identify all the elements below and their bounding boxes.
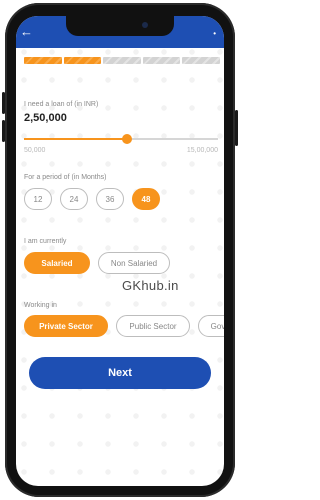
employment-option-non-salaried[interactable]: Non Salaried — [98, 252, 170, 274]
header-edge-icon: • — [213, 29, 216, 38]
watermark-text: GKhub.in — [122, 278, 179, 293]
sector-option-government[interactable]: Gov — [198, 315, 224, 337]
progress-segment — [142, 57, 181, 64]
sector-options: Private Sector Public Sector Gov — [24, 315, 224, 337]
employment-option-salaried[interactable]: Salaried — [24, 252, 90, 274]
power-button — [235, 110, 238, 146]
background-pattern — [16, 16, 224, 486]
period-option-12[interactable]: 12 — [24, 188, 52, 210]
period-option-36[interactable]: 36 — [96, 188, 124, 210]
period-options: 12 24 36 48 — [24, 188, 160, 210]
period-label: For a period of (in Months) — [24, 174, 107, 181]
loan-amount-label: I need a loan of (in INR) — [24, 101, 99, 108]
next-button[interactable]: Next — [29, 357, 211, 389]
progress-segment — [103, 57, 141, 64]
employment-label: I am currently — [24, 238, 67, 245]
loan-amount-value: 2,50,000 — [24, 112, 67, 124]
sector-label: Working in — [24, 302, 57, 309]
progress-segment — [63, 57, 102, 64]
phone-mockup: ← • I need a loan of (in INR) 2,50,000 5… — [2, 0, 238, 500]
employment-options: Salaried Non Salaried — [24, 252, 170, 274]
step-progress-bar — [24, 57, 220, 64]
slider-min-value: 50,000 — [24, 147, 46, 154]
loan-amount-slider[interactable] — [24, 134, 218, 144]
period-option-48[interactable]: 48 — [132, 188, 160, 210]
progress-segment — [24, 57, 62, 64]
phone-notch — [66, 16, 174, 36]
camera-icon — [142, 22, 148, 28]
period-option-24[interactable]: 24 — [60, 188, 88, 210]
app-screen: ← • I need a loan of (in INR) 2,50,000 5… — [16, 16, 224, 486]
slider-max-value: 15,00,000 — [186, 147, 218, 154]
sector-option-private[interactable]: Private Sector — [24, 315, 108, 337]
slider-handle[interactable] — [121, 134, 132, 144]
progress-segment — [182, 57, 220, 64]
slider-fill — [24, 138, 127, 140]
sector-option-public[interactable]: Public Sector — [116, 315, 190, 337]
back-arrow-icon[interactable]: ← — [20, 25, 34, 38]
